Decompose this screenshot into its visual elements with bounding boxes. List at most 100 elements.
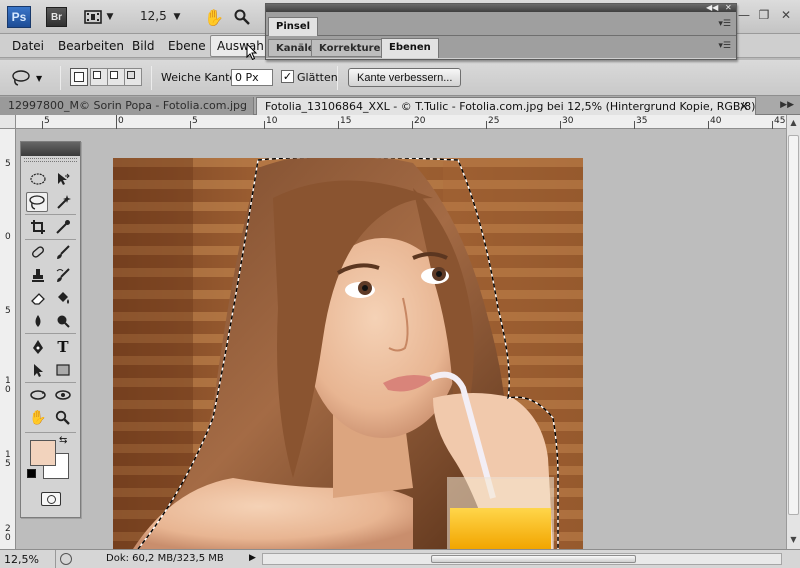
panel-tab-row-brush: Pinsel ▾☰ bbox=[266, 12, 736, 36]
menu-datei[interactable]: Datei bbox=[12, 39, 44, 53]
magic-wand-tool-icon[interactable] bbox=[52, 192, 74, 212]
ruler-tick bbox=[772, 121, 773, 129]
hand-tool-icon[interactable]: ✋ bbox=[27, 408, 49, 428]
magnifier-icon[interactable] bbox=[231, 7, 253, 27]
document-canvas[interactable] bbox=[16, 129, 786, 549]
subtract-from-selection-mode[interactable] bbox=[107, 68, 125, 86]
elliptical-marquee-tool-icon[interactable] bbox=[27, 169, 49, 189]
blur-tool-icon[interactable] bbox=[27, 311, 49, 331]
view-extras-dropdown-icon[interactable]: ▼ bbox=[104, 7, 116, 27]
scroll-up-icon[interactable]: ▲ bbox=[787, 116, 800, 129]
eyedropper-tool-icon[interactable] bbox=[52, 217, 74, 237]
close-tab-icon[interactable]: × bbox=[739, 99, 749, 113]
anti-alias-checkbox[interactable]: ✓ bbox=[281, 70, 294, 83]
photo-portrait-woman-drinking-juice[interactable] bbox=[113, 158, 583, 549]
tools-panel-header[interactable] bbox=[21, 142, 80, 156]
panel-menu-icon[interactable]: ▾☰ bbox=[718, 41, 731, 51]
crop-tool-icon[interactable] bbox=[27, 217, 49, 237]
quick-mask-icon[interactable] bbox=[41, 492, 61, 506]
status-menu-arrow-icon[interactable]: ▶ bbox=[249, 553, 256, 563]
clone-stamp-tool-icon[interactable] bbox=[27, 265, 49, 285]
foreground-color-swatch[interactable] bbox=[30, 440, 56, 466]
document-size-info[interactable]: Dok: 60,2 MB/323,5 MB bbox=[106, 553, 224, 564]
zoom-dropdown-icon[interactable]: ▼ bbox=[171, 7, 183, 27]
type-tool-icon[interactable]: T bbox=[52, 337, 74, 357]
ruler-tick bbox=[190, 121, 191, 129]
status-zoom-level[interactable]: 12,5% bbox=[4, 553, 39, 566]
feather-input[interactable] bbox=[231, 69, 273, 86]
3d-rotate-tool-icon[interactable] bbox=[27, 385, 49, 405]
status-bar: 12,5% Dok: 60,2 MB/323,5 MB ▶ bbox=[0, 549, 800, 568]
film-strip-icon[interactable] bbox=[82, 7, 104, 27]
healing-brush-tool-icon[interactable] bbox=[27, 242, 49, 262]
collapse-panel-icon[interactable]: ◀◀ bbox=[706, 3, 718, 12]
default-colors-icon[interactable] bbox=[27, 469, 36, 478]
ruler-label: 5 bbox=[192, 116, 198, 126]
tab-overflow-icon[interactable]: ▶▶ bbox=[780, 100, 794, 110]
panel-drag-bar[interactable]: ◀◀ ✕ bbox=[266, 3, 736, 12]
paint-bucket-tool-icon[interactable] bbox=[52, 288, 74, 308]
history-brush-tool-icon[interactable] bbox=[52, 265, 74, 285]
ruler-label: 40 bbox=[710, 116, 722, 126]
photoshop-logo[interactable]: Ps bbox=[7, 6, 31, 28]
zoom-level-value[interactable]: 12,5 bbox=[140, 9, 167, 23]
lasso-tool-icon[interactable] bbox=[26, 192, 48, 212]
tools-panel-grip[interactable] bbox=[24, 158, 77, 162]
move-tool-icon[interactable] bbox=[52, 169, 74, 189]
zoom-tool-icon[interactable] bbox=[52, 408, 74, 428]
ruler-label: 30 bbox=[562, 116, 574, 126]
floating-panel-group[interactable]: ◀◀ ✕ Pinsel ▾☰ Kanäle Korrekturen Ebenen… bbox=[265, 3, 737, 60]
document-tab-inactive[interactable]: 12997800_M© Sorin Popa - Fotolia.com.jpg bbox=[0, 97, 254, 115]
tool-separator bbox=[25, 214, 76, 215]
document-tab-active[interactable]: Fotolia_13106864_XXL - © T.Tulic - Fotol… bbox=[256, 97, 756, 115]
vertical-ruler[interactable]: 5 0 5 1 0 1 5 2 0 bbox=[0, 129, 16, 549]
tool-separator bbox=[25, 239, 76, 240]
brush-tool-icon[interactable] bbox=[52, 242, 74, 262]
restore-window-icon[interactable]: ❐ bbox=[754, 6, 774, 24]
panel-menu-icon[interactable]: ▾☰ bbox=[718, 19, 731, 29]
menu-ebene[interactable]: Ebene bbox=[168, 39, 206, 53]
tool-separator bbox=[25, 333, 76, 334]
new-selection-mode[interactable] bbox=[70, 68, 88, 86]
tab-ebenen[interactable]: Ebenen bbox=[381, 38, 439, 58]
rectangle-tool-icon[interactable] bbox=[52, 360, 74, 380]
close-panel-icon[interactable]: ✕ bbox=[725, 3, 732, 12]
hand-icon[interactable]: ✋ bbox=[204, 7, 224, 27]
refine-edge-button[interactable]: Kante verbessern... bbox=[348, 68, 462, 87]
menu-bearbeiten[interactable]: Bearbeiten bbox=[58, 39, 124, 53]
lasso-selection-outline[interactable] bbox=[113, 158, 583, 549]
bridge-launch-button[interactable]: Br bbox=[46, 7, 67, 27]
close-window-icon[interactable]: ✕ bbox=[776, 6, 796, 24]
dodge-tool-icon[interactable] bbox=[52, 311, 74, 331]
path-selection-tool-icon[interactable] bbox=[27, 360, 49, 380]
horizontal-ruler[interactable]: 5 0 5 10 15 20 25 30 35 40 45 bbox=[16, 115, 786, 129]
eraser-tool-icon[interactable] bbox=[27, 288, 49, 308]
swap-colors-icon[interactable]: ⇆ bbox=[59, 435, 67, 446]
ruler-tick bbox=[42, 121, 43, 129]
tab-pinsel[interactable]: Pinsel bbox=[268, 17, 319, 36]
ruler-label: 25 bbox=[488, 116, 500, 126]
status-info-icon[interactable] bbox=[60, 553, 72, 565]
tool-preset-picker[interactable]: ▼ bbox=[10, 68, 50, 88]
add-to-selection-mode[interactable] bbox=[90, 68, 108, 86]
intersect-selection-mode[interactable] bbox=[124, 68, 142, 86]
tools-panel[interactable]: T ✋ ⇆ bbox=[20, 141, 81, 518]
ruler-label: 5 bbox=[44, 116, 50, 126]
3d-orbit-tool-icon[interactable] bbox=[52, 385, 74, 405]
document-tab-bar: 12997800_M© Sorin Popa - Fotolia.com.jpg… bbox=[0, 96, 800, 115]
ruler-label: 0 bbox=[5, 232, 11, 242]
lasso-preset-icon bbox=[12, 70, 30, 86]
scroll-down-icon[interactable]: ▼ bbox=[787, 533, 800, 546]
minimize-window-icon[interactable]: — bbox=[734, 6, 754, 24]
ruler-origin[interactable] bbox=[0, 115, 16, 129]
vertical-scroll-thumb[interactable] bbox=[788, 135, 799, 515]
options-separator bbox=[60, 66, 61, 90]
vertical-scrollbar[interactable]: ▲ ▼ bbox=[786, 115, 800, 549]
horizontal-scrollbar[interactable] bbox=[262, 553, 782, 565]
ruler-tick bbox=[264, 121, 265, 129]
pen-tool-icon[interactable] bbox=[27, 337, 49, 357]
menu-bild[interactable]: Bild bbox=[132, 39, 155, 53]
ruler-label: 5 bbox=[5, 159, 11, 169]
ruler-tick bbox=[116, 115, 117, 129]
horizontal-scroll-thumb[interactable] bbox=[431, 555, 636, 563]
